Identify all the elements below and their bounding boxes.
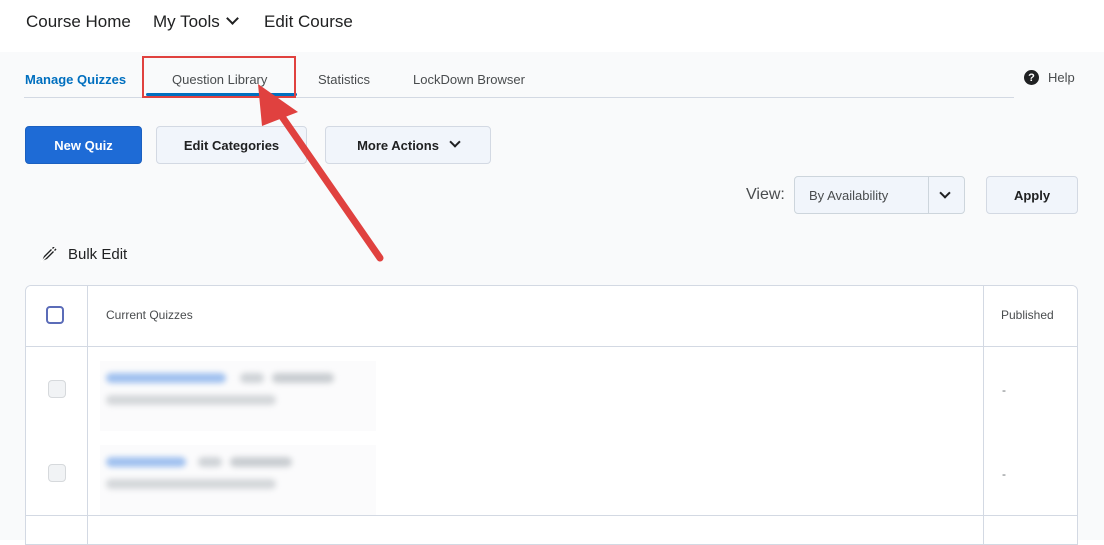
bulk-edit-button[interactable]: Bulk Edit <box>40 246 127 263</box>
column-header-published: Published <box>1001 308 1054 322</box>
edit-course-link[interactable]: Edit Course <box>264 12 353 32</box>
table-row: - <box>26 347 1077 432</box>
more-actions-button[interactable]: More Actions <box>325 126 491 164</box>
row-checkbox[interactable] <box>48 464 66 482</box>
my-tools-menu[interactable]: My Tools <box>153 12 239 32</box>
course-navbar: Course Home My Tools Edit Course <box>0 0 1104 52</box>
tab-manage-quizzes[interactable]: Manage Quizzes <box>25 72 126 87</box>
column-divider <box>87 286 88 544</box>
help-icon: ? <box>1024 70 1039 85</box>
published-status: - <box>1002 467 1006 481</box>
view-label: View: <box>746 186 785 203</box>
chevron-down-icon <box>225 12 239 25</box>
more-actions-label: More Actions <box>357 137 439 153</box>
course-home-link[interactable]: Course Home <box>26 12 131 32</box>
view-select[interactable]: By Availability <box>794 176 965 214</box>
edit-categories-button[interactable]: Edit Categories <box>156 126 307 164</box>
table-header-row: Current Quizzes Published <box>26 286 1077 347</box>
help-link[interactable]: ? Help <box>1024 70 1075 85</box>
published-status: - <box>1002 383 1006 397</box>
view-select-value: By Availability <box>809 188 889 203</box>
help-label: Help <box>1048 70 1075 85</box>
pencil-icon <box>40 246 57 263</box>
tab-lockdown-browser[interactable]: LockDown Browser <box>413 72 525 87</box>
row-checkbox[interactable] <box>48 380 66 398</box>
apply-button[interactable]: Apply <box>986 176 1078 214</box>
column-header-current-quizzes: Current Quizzes <box>106 308 193 322</box>
quiz-name-redacted[interactable] <box>100 361 376 431</box>
select-divider <box>928 177 929 213</box>
quiz-name-redacted[interactable] <box>100 445 376 515</box>
table-row: - <box>26 431 1077 516</box>
select-all-checkbox[interactable] <box>46 306 64 324</box>
new-quiz-button[interactable]: New Quiz <box>25 126 142 164</box>
callout-highlight-box <box>142 56 296 98</box>
chevron-down-icon <box>939 187 951 199</box>
quizzes-table: Current Quizzes Published - - <box>25 285 1078 545</box>
tab-statistics[interactable]: Statistics <box>318 72 370 87</box>
my-tools-label: My Tools <box>153 12 220 31</box>
chevron-down-icon <box>449 136 461 148</box>
column-divider <box>983 286 984 544</box>
bulk-edit-label: Bulk Edit <box>68 246 128 263</box>
